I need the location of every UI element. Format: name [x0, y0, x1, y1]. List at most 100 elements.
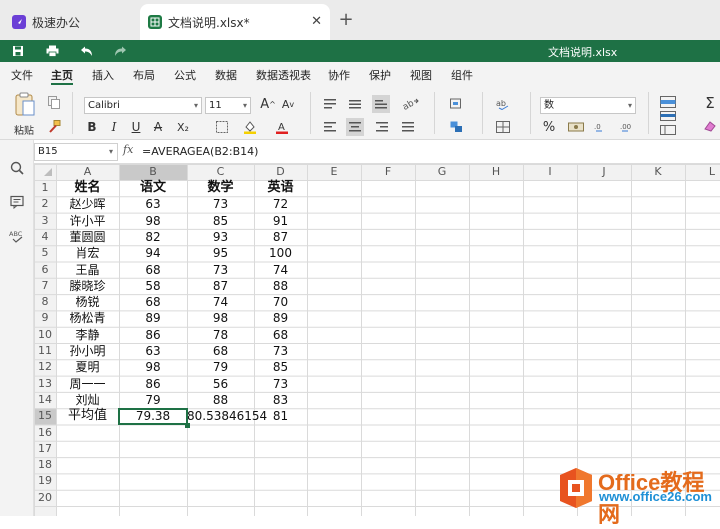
- row-header-18[interactable]: 18: [34, 458, 56, 474]
- font-size-select[interactable]: 11 ▾: [205, 97, 251, 114]
- row-header-9[interactable]: 9: [34, 311, 56, 327]
- row-header-12[interactable]: 12: [34, 360, 56, 376]
- row-header-14[interactable]: 14: [34, 393, 56, 409]
- format-painter-icon[interactable]: [46, 118, 62, 134]
- cell-d3[interactable]: 91: [254, 213, 307, 229]
- currency-icon[interactable]: [566, 119, 586, 135]
- cell-c2[interactable]: 73: [187, 196, 254, 212]
- cell-b5[interactable]: 94: [119, 245, 187, 261]
- menu-protect[interactable]: 保护: [369, 67, 391, 83]
- spellcheck-icon[interactable]: ABC: [9, 228, 25, 244]
- row-header-15[interactable]: 15: [34, 409, 56, 425]
- text-orientation-icon[interactable]: ab: [400, 96, 422, 112]
- row-header-16[interactable]: 16: [34, 426, 56, 442]
- cell-c1[interactable]: 数学: [187, 180, 254, 196]
- row-header-4[interactable]: 4: [34, 230, 56, 246]
- column-header-b[interactable]: B: [119, 165, 187, 181]
- cell-b3[interactable]: 98: [119, 213, 187, 229]
- cell-d7[interactable]: 88: [254, 278, 307, 294]
- menu-pivot-table[interactable]: 数据透视表: [256, 67, 311, 83]
- decrease-decimal-icon[interactable]: .0: [592, 119, 612, 135]
- cell-b7[interactable]: 58: [119, 278, 187, 294]
- row-header-13[interactable]: 13: [34, 377, 56, 393]
- column-header-a[interactable]: A: [56, 165, 119, 181]
- menu-components[interactable]: 组件: [451, 67, 473, 83]
- cell-b11[interactable]: 63: [119, 343, 187, 359]
- format-cells-icon[interactable]: [658, 124, 678, 136]
- column-header-g[interactable]: G: [415, 165, 469, 181]
- row-header-11[interactable]: 11: [34, 344, 56, 360]
- cell-c12[interactable]: 79: [187, 359, 254, 375]
- row-header-1[interactable]: 1: [34, 181, 56, 197]
- cell-d2[interactable]: 72: [254, 196, 307, 212]
- cell-a1[interactable]: 姓名: [56, 180, 119, 196]
- percent-button[interactable]: %: [540, 119, 558, 135]
- cell-a2[interactable]: 赵少晖: [56, 196, 119, 212]
- cell-b14[interactable]: 79: [119, 392, 187, 408]
- cell-c11[interactable]: 68: [187, 343, 254, 359]
- save-icon[interactable]: [10, 42, 26, 60]
- name-box[interactable]: B15 ▾: [34, 143, 118, 161]
- row-header-5[interactable]: 5: [34, 246, 56, 262]
- cell-a6[interactable]: 王晶: [56, 262, 119, 278]
- cell-b9[interactable]: 89: [119, 310, 187, 326]
- formula-input[interactable]: =AVERAGEA(B2:B14): [142, 145, 258, 158]
- number-format-select[interactable]: 数 ▾: [540, 97, 636, 114]
- column-header-l[interactable]: L: [685, 165, 720, 181]
- insert-cells-icon[interactable]: [658, 94, 678, 110]
- cell-c3[interactable]: 85: [187, 213, 254, 229]
- cell-a15[interactable]: 平均值: [56, 408, 119, 424]
- bold-button[interactable]: B: [84, 119, 100, 135]
- comment-icon[interactable]: [9, 194, 25, 210]
- cell-b4[interactable]: 82: [119, 229, 187, 245]
- underline-button[interactable]: U: [128, 119, 144, 135]
- cell-c9[interactable]: 98: [187, 310, 254, 326]
- column-header-d[interactable]: D: [254, 165, 307, 181]
- italic-button[interactable]: I: [106, 119, 122, 135]
- cell-a9[interactable]: 杨松青: [56, 310, 119, 326]
- align-left-icon[interactable]: [322, 119, 338, 135]
- column-header-e[interactable]: E: [307, 165, 361, 181]
- subscript-button[interactable]: X₂: [172, 119, 194, 135]
- menu-view[interactable]: 视图: [410, 67, 432, 83]
- autosum-icon[interactable]: Σ: [700, 94, 720, 112]
- cell-b10[interactable]: 86: [119, 327, 187, 343]
- cell-a12[interactable]: 夏明: [56, 359, 119, 375]
- cell-a11[interactable]: 孙小明: [56, 343, 119, 359]
- cell-d8[interactable]: 70: [254, 294, 307, 310]
- decrease-font-icon[interactable]: Av: [280, 96, 296, 112]
- row-header-8[interactable]: 8: [34, 295, 56, 311]
- close-tab-icon[interactable]: ✕: [311, 14, 322, 29]
- cell-style-icon[interactable]: [494, 119, 512, 135]
- cell-c14[interactable]: 88: [187, 392, 254, 408]
- cell-c5[interactable]: 95: [187, 245, 254, 261]
- strikethrough-button[interactable]: A: [150, 119, 166, 135]
- row-header-19[interactable]: 19: [34, 474, 56, 490]
- menu-data[interactable]: 数据: [215, 67, 237, 83]
- align-right-icon[interactable]: [374, 119, 390, 135]
- cell-c4[interactable]: 93: [187, 229, 254, 245]
- tab-home[interactable]: 极速办公: [4, 4, 148, 40]
- row-header-2[interactable]: 2: [34, 197, 56, 213]
- increase-font-icon[interactable]: A ^: [260, 96, 276, 112]
- cell-d13[interactable]: 73: [254, 376, 307, 392]
- menu-insert[interactable]: 插入: [92, 67, 114, 83]
- align-middle-icon[interactable]: [347, 96, 363, 112]
- new-tab-button[interactable]: +: [334, 8, 358, 32]
- column-header-i[interactable]: I: [523, 165, 577, 181]
- cell-d4[interactable]: 87: [254, 229, 307, 245]
- column-header-f[interactable]: F: [361, 165, 415, 181]
- row-header-7[interactable]: 7: [34, 279, 56, 295]
- column-header-j[interactable]: J: [577, 165, 631, 181]
- cell-c8[interactable]: 74: [187, 294, 254, 310]
- cell-a5[interactable]: 肖宏: [56, 245, 119, 261]
- cell-d6[interactable]: 74: [254, 262, 307, 278]
- column-header-c[interactable]: C: [187, 165, 254, 181]
- fill-color-icon[interactable]: [240, 119, 260, 135]
- undo-icon[interactable]: [78, 42, 94, 60]
- fill-handle[interactable]: [185, 422, 190, 428]
- print-icon[interactable]: [44, 42, 60, 60]
- align-bottom-icon[interactable]: [372, 95, 390, 113]
- row-header-20[interactable]: 20: [34, 491, 56, 507]
- wrap-text-icon[interactable]: [446, 96, 470, 112]
